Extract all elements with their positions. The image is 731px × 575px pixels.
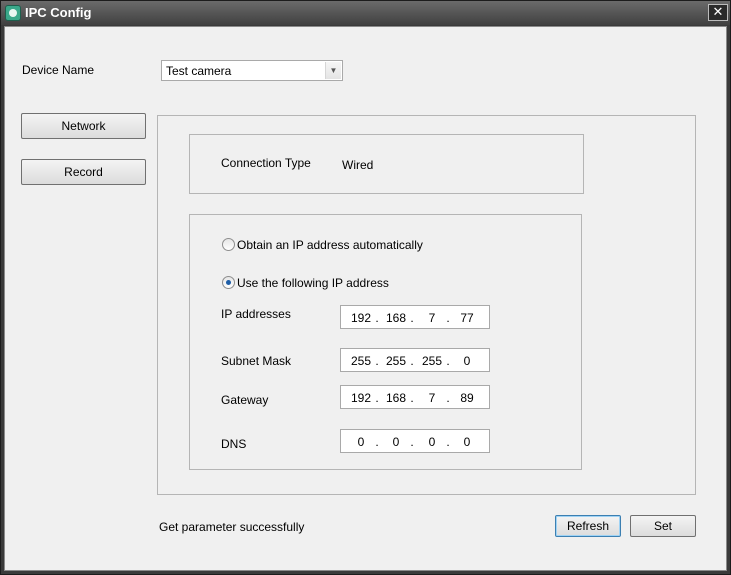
device-name-select[interactable]: Test camera ▼: [161, 60, 343, 81]
window-title: IPC Config: [25, 5, 92, 20]
auto-ip-label[interactable]: Obtain an IP address automatically: [237, 238, 423, 252]
ip-octet[interactable]: 89: [455, 391, 479, 405]
network-button[interactable]: Network: [21, 113, 146, 139]
ip-address-input[interactable]: 192 . 168 . 7 . 77: [340, 305, 490, 329]
dialog-body: Device Name Test camera ▼ Network Record…: [4, 26, 727, 571]
ip-octet[interactable]: 0: [384, 435, 408, 449]
device-name-label: Device Name: [22, 63, 95, 77]
close-button[interactable]: ✕: [708, 4, 728, 21]
ip-octet[interactable]: 7: [420, 391, 444, 405]
ip-octet[interactable]: 0: [455, 354, 479, 368]
ip-octet[interactable]: 192: [349, 311, 373, 325]
gateway-input[interactable]: 192 . 168 . 7 . 89: [340, 385, 490, 409]
camera-app-icon: [5, 5, 21, 21]
set-button[interactable]: Set: [630, 515, 696, 537]
ip-octet[interactable]: 168: [384, 311, 408, 325]
record-button[interactable]: Record: [21, 159, 146, 185]
ip-address-label: IP addresses: [221, 307, 291, 321]
ipc-config-window: IPC Config ✕ Device Name Test camera ▼ N…: [0, 0, 731, 575]
ip-octet[interactable]: 168: [384, 391, 408, 405]
ip-octet[interactable]: 255: [420, 354, 444, 368]
auto-ip-radio[interactable]: [222, 238, 235, 251]
manual-ip-label[interactable]: Use the following IP address: [237, 276, 389, 290]
dns-input[interactable]: 0 . 0 . 0 . 0: [340, 429, 490, 453]
ip-octet[interactable]: 7: [420, 311, 444, 325]
subnet-mask-input[interactable]: 255 . 255 . 255 . 0: [340, 348, 490, 372]
ip-octet[interactable]: 0: [349, 435, 373, 449]
title-bar[interactable]: IPC Config ✕: [1, 1, 730, 25]
status-message: Get parameter successfully: [159, 520, 305, 534]
close-icon: ✕: [712, 4, 724, 19]
gateway-label: Gateway: [221, 393, 269, 407]
ip-octet[interactable]: 0: [420, 435, 444, 449]
dns-label: DNS: [221, 437, 247, 451]
chevron-down-icon[interactable]: ▼: [325, 62, 341, 79]
subnet-mask-label: Subnet Mask: [221, 354, 292, 368]
connection-type-value: Wired: [342, 158, 374, 172]
ip-octet[interactable]: 77: [455, 311, 479, 325]
manual-ip-radio[interactable]: [222, 276, 235, 289]
refresh-button[interactable]: Refresh: [555, 515, 621, 537]
ip-octet[interactable]: 255: [384, 354, 408, 368]
connection-type-label: Connection Type: [221, 156, 311, 170]
ip-octet[interactable]: 255: [349, 354, 373, 368]
ip-octet[interactable]: 0: [455, 435, 479, 449]
device-name-value: Test camera: [166, 64, 232, 78]
ip-octet[interactable]: 192: [349, 391, 373, 405]
